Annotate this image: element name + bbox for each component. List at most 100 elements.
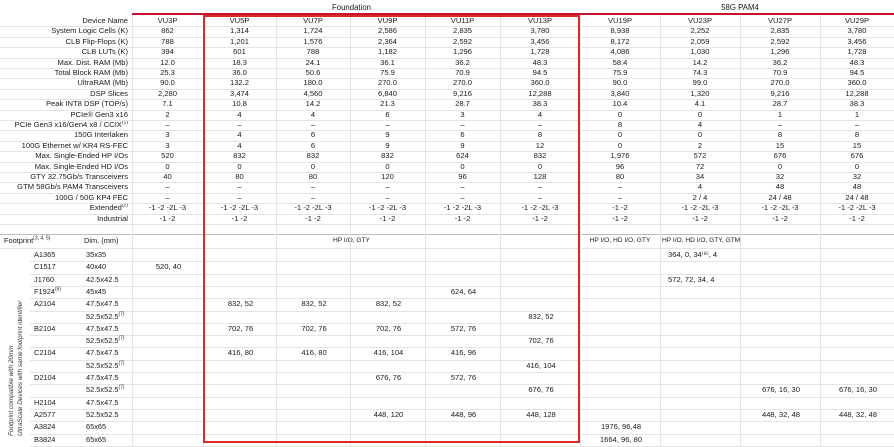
footprint-cell [742, 372, 820, 384]
spec-row-label: Industrial [97, 213, 128, 223]
footprint-cell [582, 397, 660, 409]
spec-cell: – [617, 192, 623, 202]
footprint-cell [742, 397, 820, 409]
spec-cell: 1,296 [770, 47, 790, 57]
footprint-cell [668, 347, 740, 359]
column-header-vu3p: VU3P [157, 16, 178, 25]
footprint-cell: 364, 0, 34⁽⁸⁾, 4 [668, 250, 718, 259]
spec-cell: 7.1 [162, 99, 173, 109]
footprint-cell [668, 311, 740, 323]
footprint-cell [822, 397, 894, 409]
footprint-cell [822, 249, 894, 261]
spec-cell: 14.2 [692, 57, 708, 67]
spec-cell: 96 [615, 161, 625, 171]
side-note-text: Footprint compatible with 20mm [8, 345, 15, 436]
footprint-cell [582, 249, 660, 261]
spec-row-label: PCIe Gen3 x16/Gen4 x8 / CCIX(1) [14, 120, 128, 129]
spec-cell: 0 [617, 130, 623, 140]
spec-cell: 40 [163, 172, 172, 181]
footprint-cell [582, 384, 660, 396]
footprint-cell: 520, 40 [155, 262, 182, 272]
spec-cell: 25.3 [160, 68, 175, 77]
highlight-box [203, 15, 580, 443]
column-divider [660, 16, 661, 446]
spec-cell: 1,030 [690, 47, 710, 57]
footprint-cell [822, 347, 894, 359]
footprint-cell [822, 372, 894, 384]
footprint-cell [582, 335, 660, 347]
footprint-cell [668, 372, 740, 384]
footprint-name: H2104 [34, 397, 56, 407]
footnote-marker: (7) [118, 335, 125, 342]
footprint-cell [582, 409, 660, 421]
footprint-dimension: 47.5x47.5 [86, 299, 119, 309]
spec-row-label: 100G Ethernet w/ KR4 RS-FEC [21, 140, 128, 150]
spec-cell: 58.4 [612, 57, 628, 67]
footprint-cell [822, 274, 894, 286]
footprint-cell [134, 274, 203, 286]
footprint-cell [134, 409, 203, 421]
footprint-dimension: 52.5x52.5(7) [86, 360, 125, 370]
spec-cell: 2,280 [157, 88, 177, 98]
footprint-name: A2104 [34, 299, 56, 309]
spec-cell: 8 [617, 120, 623, 129]
spec-cell: 394 [161, 47, 174, 57]
footprint-cell [742, 311, 820, 323]
footprint-name: A2577 [34, 409, 56, 419]
spec-cell: 15 [852, 140, 862, 150]
spec-cell: 2 [165, 109, 170, 119]
footprint-name [34, 311, 84, 323]
spec-row-label: Max. Single-Ended HP I/Os [35, 151, 128, 161]
spec-cell: -1 -2 [612, 213, 628, 223]
spec-cell: 72 [695, 161, 705, 171]
spec-cell: 8,172 [610, 36, 630, 46]
footprint-cell [134, 372, 203, 384]
footprint-cell [822, 360, 894, 372]
spec-cell: -1 -2 [772, 213, 788, 223]
footprint-cell: 676, 16, 30 [838, 385, 877, 395]
spec-cell: 4,086 [610, 47, 630, 57]
spec-cell: 1,976 [610, 151, 630, 161]
footprint-cell [668, 421, 740, 433]
spec-cell: 0 [777, 161, 783, 171]
footprint-dimension: 47.5x47.5 [86, 323, 119, 333]
footprint-cell [668, 323, 740, 335]
footnote-marker: (7) [118, 360, 125, 367]
spec-row-label: 150G Interlaken [73, 130, 128, 140]
footprint-name [34, 360, 84, 372]
spec-cell: -1 -2 -2L -3 [148, 203, 187, 213]
footprint-cell [742, 261, 820, 273]
footprint-cell [742, 249, 820, 261]
footprint-name [34, 335, 84, 347]
spec-cell: 360.0 [847, 78, 867, 88]
footprint-cell [742, 286, 820, 298]
spec-row-label: 100G / 50G KP4 FEC [54, 192, 128, 202]
footprint-cell [668, 409, 740, 421]
spec-cell: 1 [854, 109, 860, 119]
footprint-name: B2104 [34, 323, 56, 333]
spec-cell: 9,216 [770, 88, 790, 98]
footprint-cell [668, 360, 740, 372]
spec-cell: 3,840 [610, 88, 630, 98]
spec-row-label: Max. Dist. RAM (Mb) [57, 57, 128, 67]
footprint-dimension: 65x65 [86, 422, 107, 432]
footprint-cell [134, 335, 203, 347]
footprint-name [34, 384, 84, 396]
footprint-cell: 676, 16, 30 [761, 385, 800, 395]
footprint-name: C1517 [34, 262, 56, 272]
spec-cell: 8 [854, 130, 860, 140]
footprint-cell: 1976, 96,48 [600, 422, 642, 432]
footprint-cell [822, 286, 894, 298]
spec-cell: 90.0 [612, 78, 628, 88]
spec-cell: 4 [697, 182, 703, 192]
spec-cell: 788 [161, 36, 174, 46]
footprint-name: A3824 [34, 422, 56, 432]
device-name-label: Device Name [82, 16, 128, 25]
spec-row-label: Extended(2) [89, 203, 128, 213]
spec-cell: 0 [617, 140, 623, 150]
footnote-marker: (3, 4, 5) [33, 235, 51, 242]
io-type-hp-hd-gty-gtm: HP I/O, HD I/O, GTY, GTM [662, 237, 741, 244]
footprint-cell [742, 360, 820, 372]
group-header-foundation: Foundation [331, 3, 371, 12]
spec-cell: 48.3 [849, 57, 865, 67]
